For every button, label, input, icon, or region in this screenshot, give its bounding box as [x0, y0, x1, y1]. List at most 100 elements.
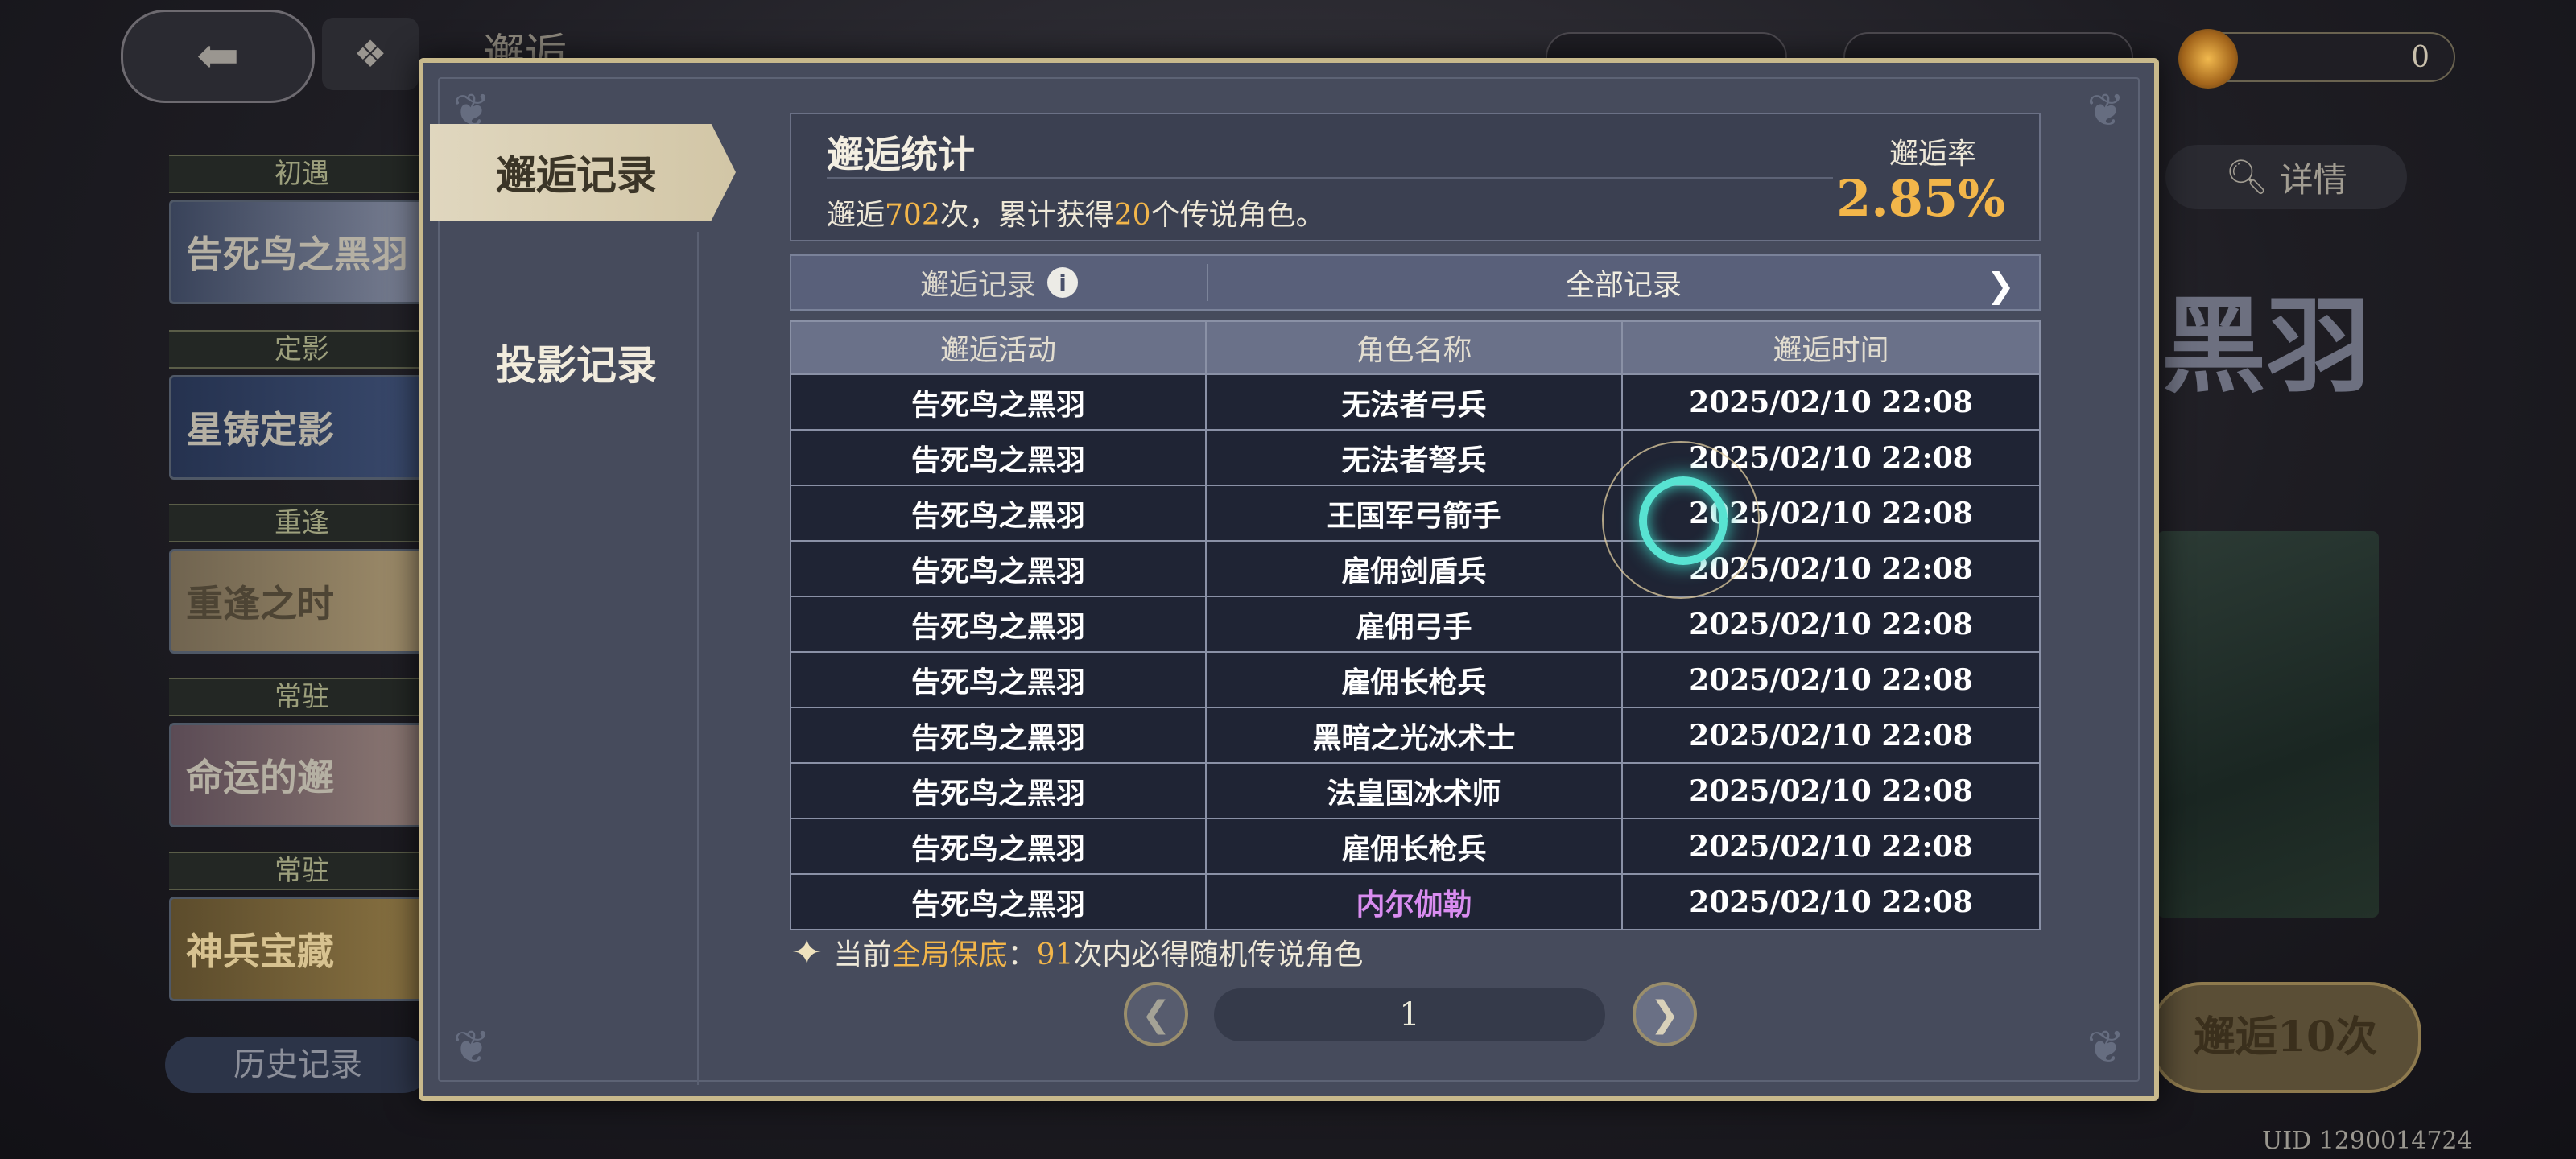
records-label: 邂逅记录: [919, 269, 1036, 302]
stats-text-prefix: 邂逅: [827, 199, 886, 232]
pity-text: 当前全局保底：91次内必得随机传说角色: [834, 931, 1364, 973]
cell-activity: 告死鸟之黑羽: [791, 431, 1207, 485]
banner-name: 命运的邂: [169, 723, 435, 827]
banner-name: 神兵宝藏: [169, 897, 435, 1001]
coin-icon: [2178, 29, 2238, 89]
cell-character: 王国军弓箭手: [1207, 486, 1623, 540]
cell-character: 雇佣长枪兵: [1207, 819, 1623, 873]
cell-character-legendary: 内尔伽勒: [1207, 875, 1623, 929]
cell-activity: 告死鸟之黑羽: [791, 875, 1207, 929]
cell-time: 2025/02/10 22:08: [1689, 773, 1973, 808]
magnifier-icon: 🔍︎: [2225, 157, 2268, 196]
cell-time: 2025/02/10 22:08: [1689, 662, 1973, 697]
table-row: 告死鸟之黑羽 雇佣长枪兵 2025/02/10 22:08: [791, 819, 2039, 875]
corner-ornament-icon: ❦: [2087, 85, 2125, 137]
cell-character: 无法者弓兵: [1207, 375, 1623, 429]
table-header: 邂逅活动 角色名称 邂逅时间: [791, 322, 2039, 375]
cell-activity: 告死鸟之黑羽: [791, 542, 1207, 596]
cell-activity: 告死鸟之黑羽: [791, 708, 1207, 762]
grid-icon: ❖: [353, 32, 387, 76]
cell-time: 2025/02/10 22:08: [1689, 829, 1973, 864]
banner-name: 重逢之时: [169, 549, 435, 654]
rate-label: 邂逅率: [1889, 138, 1976, 171]
chevron-left-icon: ❮: [1141, 993, 1171, 1035]
tab-divider: [697, 232, 699, 1085]
chevron-right-icon: ❯: [1649, 993, 1680, 1035]
banner-name: 星铸定影: [169, 375, 435, 480]
header-character: 角色名称: [1207, 322, 1623, 373]
banner-tag: 常驻: [169, 852, 435, 890]
legend-count: 20: [1113, 199, 1151, 232]
header-time: 邂逅时间: [1773, 334, 1889, 367]
stats-title: 邂逅统计: [827, 133, 975, 176]
banner-art-map: [2157, 531, 2379, 918]
side-banner-3[interactable]: 重逢 重逢之时: [169, 504, 435, 654]
back-arrow-icon: ⬅: [196, 27, 240, 86]
tab-projection-records[interactable]: 投影记录: [430, 314, 736, 410]
cell-activity: 告死鸟之黑羽: [791, 819, 1207, 873]
rate-value: 2.85%: [1836, 169, 2005, 228]
history-button[interactable]: 历史记录: [165, 1037, 431, 1093]
cell-time: 2025/02/10 22:08: [1689, 385, 1973, 419]
pity-count: 91: [1036, 938, 1074, 971]
table-row: 告死鸟之黑羽 法皇国冰术师 2025/02/10 22:08: [791, 764, 2039, 819]
summon-10-button[interactable]: 邂逅10次: [2149, 982, 2421, 1093]
menu-button[interactable]: ❖: [322, 18, 419, 90]
banner-name: 告死鸟之黑羽: [169, 200, 435, 304]
table-row: 告死鸟之黑羽 无法者弩兵 2025/02/10 22:08: [791, 431, 2039, 486]
table-row: 告死鸟之黑羽 无法者弓兵 2025/02/10 22:08: [791, 375, 2039, 431]
banner-tag: 初遇: [169, 155, 435, 193]
cell-character: 法皇国冰术师: [1207, 764, 1623, 818]
cell-time: 2025/02/10 22:08: [1689, 607, 1973, 641]
cell-character: 无法者弩兵: [1207, 431, 1623, 485]
info-icon[interactable]: i: [1047, 267, 1078, 298]
cell-character: 雇佣剑盾兵: [1207, 542, 1623, 596]
corner-ornament-icon: ❦: [2087, 1021, 2125, 1074]
total-pulls: 702: [885, 199, 940, 232]
cell-activity: 告死鸟之黑羽: [791, 764, 1207, 818]
banner-tag: 定影: [169, 330, 435, 369]
side-banner-2[interactable]: 定影 星铸定影: [169, 330, 435, 480]
pity-prefix: 当前: [833, 938, 892, 971]
cell-time: 2025/02/10 22:08: [1689, 885, 1973, 919]
banner-art-text: 黑羽: [2161, 284, 2372, 407]
chevron-right-icon: ❯: [1986, 266, 2015, 305]
side-banner-4[interactable]: 常驻 命运的邂: [169, 678, 435, 827]
stats-summary: 邂逅702次，累计获得20个传说角色。: [827, 192, 1325, 233]
cell-activity: 告死鸟之黑羽: [791, 653, 1207, 707]
prev-page-button[interactable]: ❮: [1124, 982, 1188, 1046]
back-button[interactable]: ⬅: [121, 10, 315, 103]
cell-character: 雇佣长枪兵: [1207, 653, 1623, 707]
side-banner-5[interactable]: 常驻 神兵宝藏: [169, 852, 435, 1001]
side-banner-1[interactable]: 初遇 告死鸟之黑羽: [169, 155, 435, 304]
pity-suffix: 次内必得随机传说角色: [1073, 938, 1364, 971]
cell-time: 2025/02/10 22:08: [1689, 718, 1973, 753]
sparkle-icon: ✦: [791, 930, 823, 974]
pity-colon: ：: [1007, 938, 1037, 971]
tab-encounter-records[interactable]: 邂逅记录: [430, 124, 736, 221]
filter-dropdown[interactable]: 全部记录 ❯: [1208, 256, 2039, 309]
pity-highlight: 全局保底: [891, 938, 1008, 971]
pity-notice: ✦ 当前全局保底：91次内必得随机传说角色: [791, 930, 1363, 974]
records-dialog: ❦ ❦ ❦ ❦ 邂逅记录 投影记录 邂逅统计 邂逅702次，累计获得20个传说角…: [419, 58, 2159, 1101]
header-activity: 邂逅活动: [791, 322, 1207, 373]
cell-character: 黑暗之光冰术士: [1207, 708, 1623, 762]
stats-text-mid: 次，累计获得: [939, 199, 1114, 232]
touch-indicator-icon: [1639, 476, 1728, 565]
table-row: 告死鸟之黑羽 雇佣长枪兵 2025/02/10 22:08: [791, 653, 2039, 708]
detail-button[interactable]: 🔍︎ 详情: [2165, 145, 2407, 209]
table-row: 告死鸟之黑羽 黑暗之光冰术士 2025/02/10 22:08: [791, 708, 2039, 764]
cell-character: 雇佣弓手: [1207, 597, 1623, 651]
stats-text-suffix: 个传说角色。: [1150, 199, 1325, 232]
next-page-button[interactable]: ❯: [1633, 982, 1697, 1046]
table-row: 告死鸟之黑羽 雇佣弓手 2025/02/10 22:08: [791, 597, 2039, 653]
banner-tag: 常驻: [169, 678, 435, 716]
records-label-group: 邂逅记录 i: [791, 256, 1207, 309]
records-filter-bar: 邂逅记录 i 全部记录 ❯: [790, 254, 2041, 311]
table-row: 告死鸟之黑羽 雇佣剑盾兵 2025/02/10 22:08: [791, 542, 2039, 597]
cell-activity: 告死鸟之黑羽: [791, 597, 1207, 651]
stats-panel: 邂逅统计 邂逅702次，累计获得20个传说角色。 邂逅率 2.85%: [790, 113, 2041, 241]
banner-tag: 重逢: [169, 504, 435, 542]
table-row: 告死鸟之黑羽 内尔伽勒 2025/02/10 22:08: [791, 875, 2039, 929]
currency-slot-3[interactable]: 0: [2178, 29, 2455, 89]
